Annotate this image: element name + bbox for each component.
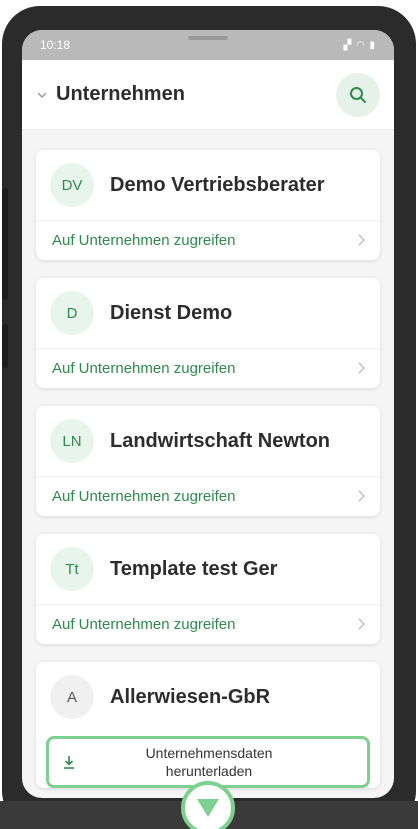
app-screen: 10:18 ▞ ◠ ▮ Unternehmen DV Demo Vertrieb…: [22, 30, 394, 798]
download-icon: [63, 755, 85, 769]
search-button[interactable]: [336, 72, 380, 117]
access-company-link[interactable]: Auf Unternehmen zugreifen: [36, 604, 380, 644]
scroll-down-indicator[interactable]: [181, 781, 235, 829]
triangle-down-icon: [197, 799, 219, 817]
company-header: A Allerwiesen-GbR: [36, 662, 380, 732]
access-company-link[interactable]: Auf Unternehmen zugreifen: [36, 476, 380, 516]
company-name: Demo Vertriebsberater: [110, 173, 325, 196]
company-name: Template test Ger: [110, 557, 278, 580]
volume-button: [2, 188, 8, 300]
download-label-line1: Unternehmensdaten: [145, 745, 273, 761]
chevron-right-icon: [358, 233, 366, 249]
company-card: A Allerwiesen-GbR Unternehmensdaten heru…: [36, 662, 380, 788]
avatar: D: [50, 291, 94, 335]
company-name: Landwirtschaft Newton: [110, 429, 331, 452]
avatar: A: [50, 675, 94, 719]
company-header: Tt Template test Ger: [36, 534, 380, 604]
avatar: LN: [50, 419, 94, 463]
search-icon: [350, 86, 366, 103]
chevron-right-icon: [358, 361, 366, 377]
status-icons: ▞ ◠ ▮: [343, 39, 376, 51]
status-bar: 10:18 ▞ ◠ ▮: [22, 30, 394, 60]
access-company-link[interactable]: Auf Unternehmen zugreifen: [36, 220, 380, 260]
avatar: Tt: [50, 547, 94, 591]
download-label-line2: herunterladen: [165, 763, 253, 779]
access-link-label: Auf Unternehmen zugreifen: [52, 232, 236, 249]
access-link-label: Auf Unternehmen zugreifen: [52, 488, 236, 505]
page-title: Unternehmen: [56, 83, 185, 105]
access-company-link[interactable]: Auf Unternehmen zugreifen: [36, 348, 380, 388]
company-header: DV Demo Vertriebsberater: [36, 150, 380, 220]
company-card: DV Demo Vertriebsberater Auf Unternehmen…: [36, 150, 380, 260]
power-button: [2, 324, 8, 368]
company-name: Allerwiesen-GbR: [110, 685, 271, 708]
access-link-label: Auf Unternehmen zugreifen: [52, 360, 236, 377]
company-card: LN Landwirtschaft Newton Auf Unternehmen…: [36, 406, 380, 516]
company-name: Dienst Demo: [110, 301, 233, 324]
company-header: LN Landwirtschaft Newton: [36, 406, 380, 476]
chevron-down-icon[interactable]: [36, 92, 48, 98]
company-header: D Dienst Demo: [36, 278, 380, 348]
avatar: DV: [50, 163, 94, 207]
chevron-right-icon: [358, 489, 366, 505]
notch: [188, 36, 228, 40]
company-card: D Dienst Demo Auf Unternehmen zugreifen: [36, 278, 380, 388]
status-time: 10:18: [40, 38, 71, 52]
company-list: DV Demo Vertriebsberater Auf Unternehmen…: [22, 130, 394, 788]
app-header: Unternehmen: [22, 60, 394, 130]
phone-frame: 10:18 ▞ ◠ ▮ Unternehmen DV Demo Vertrieb…: [2, 6, 416, 829]
company-card: Tt Template test Ger Auf Unternehmen zug…: [36, 534, 380, 644]
download-label: Unternehmensdaten herunterladen: [85, 744, 353, 780]
access-link-label: Auf Unternehmen zugreifen: [52, 616, 236, 633]
chevron-right-icon: [358, 617, 366, 633]
